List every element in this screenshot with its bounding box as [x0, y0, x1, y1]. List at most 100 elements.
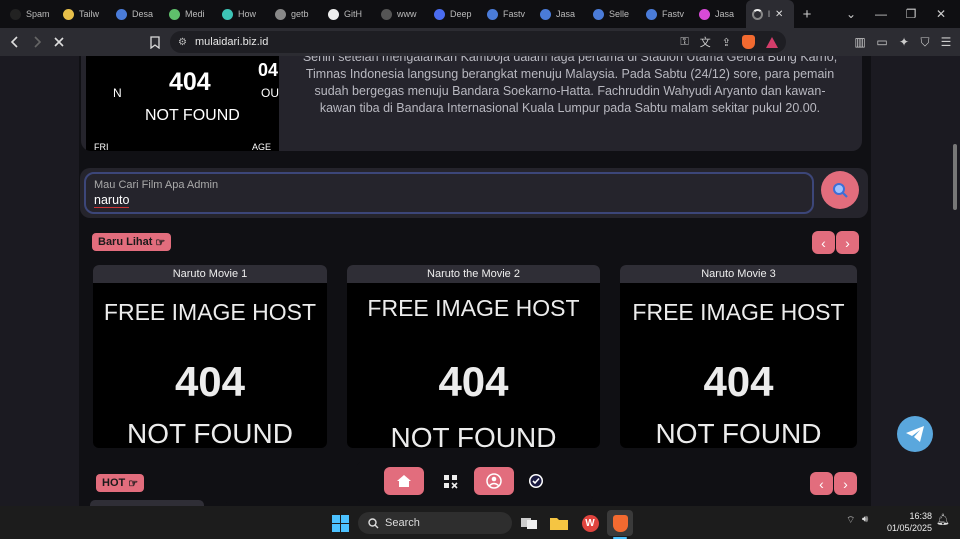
forward-icon[interactable] — [26, 31, 48, 53]
password-key-icon[interactable]: ⚿ — [680, 36, 688, 49]
tab-title: Tailw — [79, 9, 100, 19]
tab-title: Deep — [450, 9, 472, 19]
search-button[interactable] — [821, 171, 859, 209]
share-icon[interactable]: ⇪ — [722, 36, 731, 49]
restore-icon[interactable]: ❐ — [896, 0, 926, 28]
tab-favicon-icon — [116, 8, 127, 20]
wallet-icon[interactable]: ▭ — [871, 28, 893, 56]
sidebar-toggle-icon[interactable]: ▥ — [849, 28, 871, 56]
hot-next-button[interactable]: › — [834, 472, 857, 495]
scrollbar-thumb[interactable] — [953, 144, 957, 210]
tab-favicon-icon — [487, 8, 498, 20]
tab-favicon-icon — [699, 8, 710, 20]
browser-tab[interactable]: Spam — [4, 0, 57, 28]
vpn-icon[interactable]: ⛉ — [914, 28, 936, 56]
page-scrollbar[interactable] — [950, 56, 960, 506]
tab-title: www — [397, 9, 417, 19]
loading-spinner-icon — [752, 8, 763, 20]
poster-line-not-found: NOT FOUND — [390, 422, 557, 448]
close-tab-icon[interactable]: ✕ — [775, 9, 783, 20]
hand-point-icon: ☞ — [155, 236, 166, 249]
navigation-bar: ⚙ mulaidari.biz.id ⚿ 文 ⇪ ▥ ▭ ✦ ⛉ ☰ — [0, 28, 960, 56]
file-explorer-icon[interactable] — [546, 510, 572, 536]
profile-button[interactable] — [474, 467, 514, 495]
browser-tab[interactable]: Fastv — [481, 0, 534, 28]
brave-rewards-icon[interactable] — [766, 36, 778, 48]
browser-tab[interactable]: Fastv — [640, 0, 693, 28]
notification-bell-icon[interactable]: 🔔︎ — [936, 513, 950, 526]
tab-title: Spam — [26, 9, 50, 19]
news-paragraph: Senin setelah mengalahkan Kamboja dalam … — [302, 56, 838, 115]
check-circle-icon — [529, 474, 543, 488]
site-settings-icon[interactable]: ⚙ — [178, 37, 187, 48]
browser-tab[interactable]: getb — [269, 0, 322, 28]
hot-carousel-arrows: ‹ › — [810, 472, 857, 495]
telegram-button[interactable] — [897, 416, 933, 452]
tab-title: Desa — [132, 9, 154, 19]
movie-title: Naruto the Movie 2 — [347, 265, 600, 283]
browser-tab[interactable]: Selle — [587, 0, 640, 28]
browser-tab[interactable]: Jasa — [693, 0, 746, 28]
system-clock[interactable]: 16:38 01/05/2025 — [880, 510, 932, 534]
taskbar-search[interactable]: Search — [358, 512, 512, 534]
categories-button[interactable] — [430, 467, 470, 495]
search-panel: Mau Cari Film Apa Admin naruto — [80, 168, 868, 218]
browser-tab[interactable]: Desa — [110, 0, 163, 28]
hot-prev-button[interactable]: ‹ — [810, 472, 833, 495]
close-window-icon[interactable]: ✕ — [926, 0, 956, 28]
wifi-icon[interactable]: ⌔ — [846, 514, 855, 527]
menu-icon[interactable]: ☰ — [935, 28, 957, 56]
movie-card[interactable]: Naruto Movie 1 FREE IMAGE HOST 404 NOT FOUN… — [93, 265, 327, 448]
movie-card[interactable]: Naruto the Movie 2 FREE IMAGE HOST 404 NOT … — [347, 265, 600, 448]
translate-icon[interactable]: 文 — [700, 34, 711, 50]
search-icon — [833, 183, 848, 198]
address-bar[interactable]: ⚙ mulaidari.biz.id ⚿ 文 ⇪ — [170, 31, 786, 53]
home-button[interactable] — [384, 467, 424, 495]
taskbar: Search W ⌔ 🔊︎ 16:38 01/05/2025 🔔︎ — [0, 506, 960, 539]
browser-tab[interactable]: GitH — [322, 0, 375, 28]
news-card[interactable]: 404 04 N OUN NOT FOUND FRI AGE Senin set… — [81, 56, 862, 151]
minimize-icon[interactable]: — — [866, 0, 896, 28]
news-thumbnail: 404 04 N OUN NOT FOUND FRI AGE — [86, 56, 279, 151]
verified-button[interactable] — [516, 467, 556, 495]
tab-search-chevron-icon[interactable]: ⌄ — [836, 0, 866, 28]
wps-office-icon[interactable]: W — [577, 510, 603, 536]
active-tab[interactable]: l ✕ — [746, 0, 794, 28]
browser-tab[interactable]: How — [216, 0, 269, 28]
recent-section-label: Baru Lihat — [98, 236, 153, 248]
search-input[interactable]: Mau Cari Film Apa Admin naruto — [84, 172, 814, 214]
brave-browser-icon[interactable] — [607, 510, 633, 536]
telegram-icon — [906, 426, 924, 442]
brave-shields-icon[interactable] — [742, 35, 755, 49]
thumbnail-not-found: NOT FOUND — [145, 107, 240, 124]
tab-favicon-icon — [10, 8, 21, 20]
back-icon[interactable] — [4, 31, 26, 53]
tab-title: Fastv — [503, 9, 526, 19]
browser-tab[interactable]: www — [375, 0, 428, 28]
tab-favicon-icon — [434, 8, 445, 20]
thumbnail-404-fragment: 04 — [258, 60, 279, 80]
browser-tab[interactable]: Deep — [428, 0, 481, 28]
bookmark-icon[interactable] — [144, 31, 166, 53]
recent-next-button[interactable]: › — [836, 231, 859, 254]
thumbnail-fragment-bottom-right: AGE — [252, 142, 272, 151]
poster-line-host: FREE IMAGE HOST — [103, 299, 317, 325]
new-tab-button[interactable]: + — [794, 6, 820, 23]
volume-icon[interactable]: 🔊︎ — [862, 514, 868, 525]
browser-tab[interactable]: Tailw — [57, 0, 110, 28]
poster-line-not-found: NOT FOUND — [127, 418, 293, 448]
search-label: Mau Cari Film Apa Admin — [94, 179, 219, 191]
address-bar-actions: ⚿ 文 ⇪ — [680, 31, 778, 53]
tab-favicon-icon — [222, 8, 233, 20]
task-view-icon[interactable] — [516, 510, 542, 536]
thumbnail-fragment-bottom-left: FRI — [94, 142, 109, 151]
search-value: naruto — [94, 193, 130, 208]
movie-card[interactable]: Naruto Movie 3 FREE IMAGE HOST 404 NOT FOUN… — [620, 265, 857, 448]
leo-ai-icon[interactable]: ✦ — [893, 28, 915, 56]
recent-prev-button[interactable]: ‹ — [812, 231, 835, 254]
browser-tab[interactable]: Jasa — [534, 0, 587, 28]
movie-title: Naruto Movie 3 — [620, 265, 857, 283]
windows-start-icon[interactable] — [327, 510, 353, 536]
browser-tab[interactable]: Medi — [163, 0, 216, 28]
stop-loading-icon[interactable] — [48, 31, 70, 53]
